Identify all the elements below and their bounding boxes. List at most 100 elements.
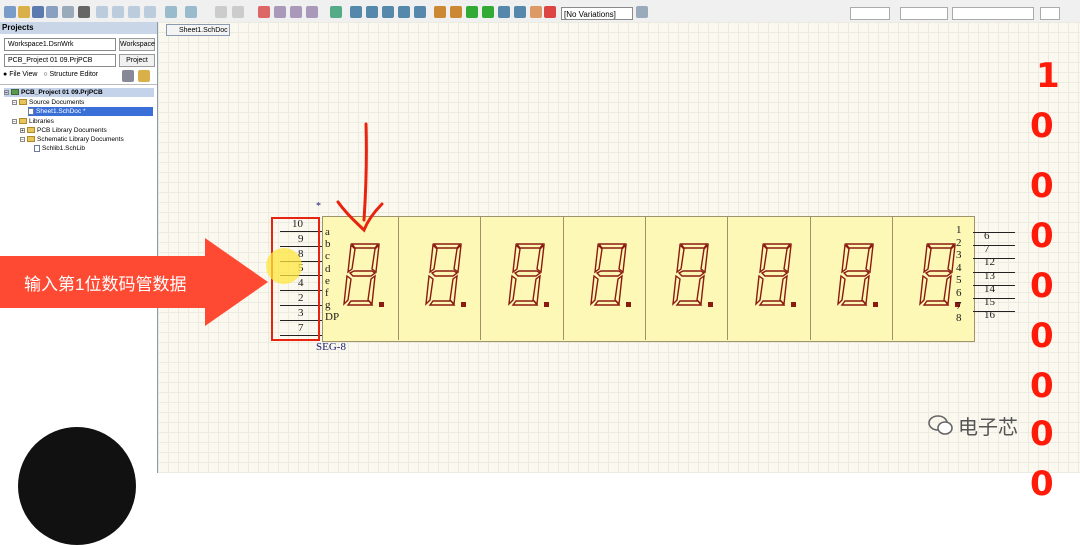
decimal-point bbox=[543, 302, 549, 307]
segment bbox=[696, 274, 706, 306]
segment bbox=[679, 243, 709, 249]
expand-icon[interactable]: + bbox=[20, 127, 25, 133]
hierarchy-icon[interactable] bbox=[306, 6, 318, 18]
right-pin-line[interactable] bbox=[973, 298, 1015, 299]
panel-settings-icon[interactable] bbox=[122, 70, 134, 82]
cut-icon[interactable] bbox=[96, 6, 108, 18]
right-pin-line[interactable] bbox=[973, 271, 1015, 273]
sheet-entry-icon[interactable] bbox=[466, 6, 478, 18]
right-pin-line[interactable] bbox=[973, 258, 1015, 260]
camera-icon[interactable] bbox=[78, 6, 90, 18]
sheet-symbol-icon[interactable] bbox=[450, 6, 462, 18]
side-digit: 0 bbox=[1030, 366, 1054, 406]
rectangle-select-icon[interactable] bbox=[215, 6, 227, 18]
right-pin-line[interactable] bbox=[973, 284, 1015, 286]
tree-item-source-documents[interactable]: − Source Documents bbox=[12, 98, 84, 107]
document-tab[interactable]: Sheet1.SchDoc bbox=[166, 24, 230, 36]
variations-dropdown[interactable]: [No Variations] bbox=[561, 7, 633, 20]
right-label: 7 bbox=[956, 299, 962, 312]
copy-icon[interactable] bbox=[112, 6, 124, 18]
segment bbox=[672, 274, 681, 306]
folder-icon bbox=[19, 118, 27, 125]
toolbar-combo-3[interactable] bbox=[952, 7, 1034, 20]
right-pin-line[interactable] bbox=[973, 311, 1015, 313]
workspace-button[interactable]: Workspace bbox=[119, 38, 155, 51]
tree-item-source-label: Source Documents bbox=[29, 99, 85, 106]
tree-item-schematic-library-documents[interactable]: − Schematic Library Documents bbox=[20, 135, 124, 144]
collapse-icon[interactable]: − bbox=[12, 118, 17, 124]
seven-segment-digit bbox=[754, 243, 796, 307]
paste-icon[interactable] bbox=[128, 6, 140, 18]
tree-item-pcb-library-documents[interactable]: + PCB Library Documents bbox=[20, 126, 107, 135]
collapse-icon[interactable]: − bbox=[12, 99, 17, 105]
segment bbox=[531, 274, 541, 306]
lasso-icon[interactable] bbox=[185, 6, 197, 18]
zoom-icon[interactable] bbox=[62, 6, 74, 18]
project-button[interactable]: Project bbox=[119, 54, 155, 67]
select-icon[interactable] bbox=[165, 6, 177, 18]
segment bbox=[758, 300, 785, 306]
redo-icon[interactable] bbox=[290, 6, 302, 18]
segment bbox=[919, 274, 928, 306]
port-icon[interactable] bbox=[498, 6, 510, 18]
workspace-value: Workspace1.DsnWrk bbox=[8, 41, 74, 48]
bus-entry-icon[interactable] bbox=[366, 6, 378, 18]
toolbar-combo-1[interactable] bbox=[850, 7, 890, 20]
right-label: 8 bbox=[956, 312, 962, 325]
right-pin-line[interactable] bbox=[973, 245, 1015, 247]
segment bbox=[597, 243, 627, 249]
off-sheet-icon[interactable] bbox=[514, 6, 526, 18]
red-down-arrow bbox=[336, 122, 384, 233]
wire-icon[interactable] bbox=[330, 6, 342, 18]
component-name: SEG-8 bbox=[316, 341, 346, 353]
segment bbox=[924, 270, 953, 277]
collapse-icon[interactable]: − bbox=[4, 89, 9, 95]
project-value: PCB_Project 01 09.PrjPCB bbox=[8, 57, 93, 64]
gnd-port-icon[interactable] bbox=[398, 6, 410, 18]
print-icon[interactable] bbox=[46, 6, 58, 18]
bus-icon[interactable] bbox=[350, 6, 362, 18]
device-sheet-icon[interactable] bbox=[482, 6, 494, 18]
segment bbox=[453, 243, 463, 274]
structure-editor-radio[interactable]: ○ Structure Editor bbox=[43, 71, 98, 78]
main-toolbar: [No Variations] bbox=[0, 0, 1080, 23]
segment bbox=[507, 274, 517, 306]
move-icon[interactable] bbox=[232, 6, 244, 18]
part-icon[interactable] bbox=[434, 6, 446, 18]
net-label-icon[interactable] bbox=[382, 6, 394, 18]
segment bbox=[367, 274, 376, 306]
tree-item-schlib[interactable]: Schlib1.SchLib bbox=[34, 144, 85, 153]
no-erc-icon[interactable] bbox=[544, 6, 556, 18]
workspace-dropdown[interactable]: Workspace1.DsnWrk bbox=[4, 38, 116, 51]
structure-editor-label: Structure Editor bbox=[49, 71, 99, 78]
segment bbox=[836, 274, 846, 306]
tree-item-sheet[interactable]: Sheet1.SchDoc * bbox=[28, 107, 153, 116]
tree-item-schlib-docs-label: Schematic Library Documents bbox=[37, 136, 124, 143]
right-pin-line[interactable] bbox=[973, 232, 1015, 233]
open-icon[interactable] bbox=[18, 6, 30, 18]
rubber-stamp-icon[interactable] bbox=[144, 6, 156, 18]
undo-icon[interactable] bbox=[274, 6, 286, 18]
segment bbox=[840, 243, 850, 274]
tree-item-libraries[interactable]: − Libraries bbox=[12, 117, 54, 126]
clear-icon[interactable] bbox=[258, 6, 270, 18]
save-icon[interactable] bbox=[32, 6, 44, 18]
toolbar-combo-2[interactable] bbox=[900, 7, 948, 20]
segment bbox=[782, 243, 792, 274]
file-view-label: File View bbox=[9, 71, 38, 78]
variant-manager-icon[interactable] bbox=[636, 6, 648, 18]
toolbar-combo-4[interactable] bbox=[1040, 7, 1060, 20]
collapse-icon[interactable]: − bbox=[20, 136, 25, 142]
right-label: 4 bbox=[956, 261, 962, 274]
file-view-radio[interactable]: ● File View bbox=[3, 71, 37, 78]
project-field[interactable]: PCB_Project 01 09.PrjPCB bbox=[4, 54, 116, 67]
tree-item-project[interactable]: − PCB_Project 01 09.PrjPCB bbox=[4, 88, 154, 97]
segment bbox=[515, 243, 544, 249]
new-icon[interactable] bbox=[4, 6, 16, 18]
directive-icon[interactable] bbox=[530, 6, 542, 18]
segment bbox=[614, 274, 623, 306]
seven-segment-digit bbox=[836, 243, 878, 307]
vcc-port-icon[interactable] bbox=[414, 6, 426, 18]
panel-folder-icon[interactable] bbox=[138, 70, 150, 82]
segment bbox=[346, 300, 374, 306]
